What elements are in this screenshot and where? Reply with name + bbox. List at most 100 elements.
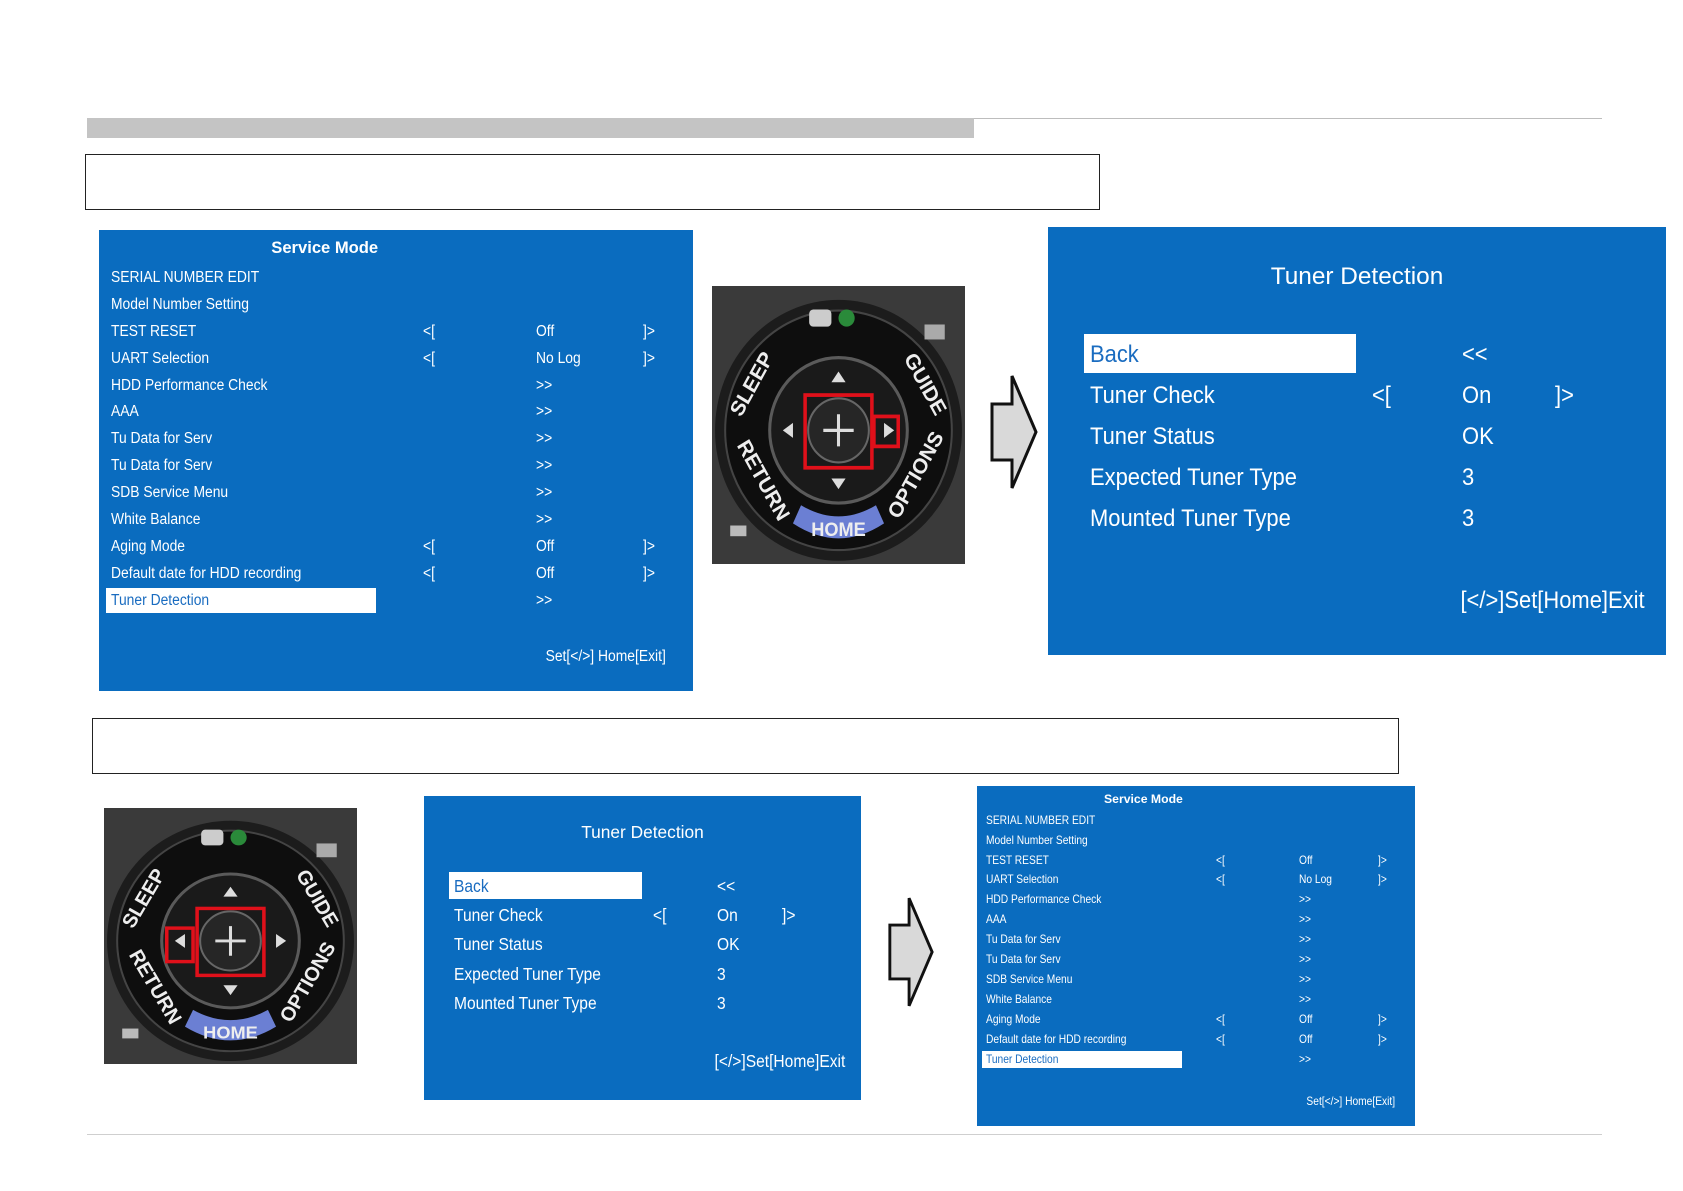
menu-item-value: No Log bbox=[1298, 872, 1332, 887]
menu-item[interactable]: Back << bbox=[1048, 334, 1666, 375]
menu-item-label: Back bbox=[453, 876, 489, 896]
menu-item[interactable]: SERIAL NUMBER EDIT bbox=[977, 811, 1415, 831]
menu-item-value: >> bbox=[1298, 912, 1311, 927]
menu-item[interactable]: AAA >> bbox=[977, 910, 1415, 930]
menu-item[interactable]: Tuner Detection >> bbox=[99, 587, 693, 614]
menu-item[interactable]: TEST RESET <[Off]> bbox=[977, 851, 1415, 871]
menu-item[interactable]: Mounted Tuner Type 3 bbox=[1048, 498, 1666, 539]
menu-item[interactable]: SDB Service Menu >> bbox=[977, 970, 1415, 990]
menu-item-value: >> bbox=[1298, 892, 1311, 907]
tuner-detection-screen: Tuner Detection Back << Tuner Check <[On]> Tu… bbox=[1048, 227, 1666, 655]
menu-item-label: Tu Data for Serv bbox=[985, 952, 1061, 967]
teletext-icon[interactable] bbox=[316, 843, 337, 858]
menu-item[interactable]: SDB Service Menu >> bbox=[99, 479, 693, 506]
menu-item-value: 3 bbox=[716, 992, 726, 1013]
menu-item[interactable]: Aging Mode <[Off]> bbox=[99, 533, 693, 560]
menu-item-value: >> bbox=[1298, 971, 1311, 986]
menu-item-value: Off bbox=[535, 564, 554, 583]
back-icon bbox=[122, 1028, 139, 1039]
menu-item-label: Tuner Check bbox=[453, 905, 543, 926]
menu-item-label: Tuner Check bbox=[1090, 382, 1215, 410]
menu-item[interactable]: UART Selection <[ No Log ]> bbox=[977, 870, 1415, 890]
menu-item[interactable]: HDD Performance Check >> bbox=[977, 890, 1415, 910]
menu-item-label: Back bbox=[1090, 341, 1139, 368]
menu-title: Service Mode bbox=[1103, 792, 1183, 807]
help-icon[interactable] bbox=[838, 309, 855, 327]
menu-item[interactable]: Mounted Tuner Type 3 bbox=[424, 989, 861, 1018]
menu-item-label: AAA bbox=[110, 402, 139, 421]
menu-item-label: Tuner Status bbox=[1090, 423, 1215, 451]
input-icon[interactable] bbox=[201, 829, 224, 846]
menu-item-label: Tu Data for Serv bbox=[110, 456, 213, 475]
left-bracket: <[ bbox=[653, 905, 667, 926]
menu-item[interactable]: UART Selection <[No Log]> bbox=[99, 345, 693, 372]
menu-item[interactable]: Tuner Detection >> bbox=[977, 1050, 1415, 1070]
menu-item[interactable]: Expected Tuner Type 3 bbox=[1048, 457, 1666, 498]
right-bracket: ]> bbox=[1377, 1011, 1387, 1026]
input-icon[interactable] bbox=[809, 309, 832, 327]
menu-item[interactable]: Model Number Setting bbox=[977, 831, 1415, 851]
menu-item-label: UART Selection bbox=[985, 872, 1059, 887]
menu-item[interactable]: White Balance >> bbox=[99, 506, 693, 533]
left-bracket: <[ bbox=[1215, 1011, 1225, 1026]
menu-item-value: >> bbox=[535, 483, 552, 502]
menu-item[interactable]: Tu Data for Serv >> bbox=[99, 425, 693, 452]
menu-footer-hint: [</>]Set[Home]Exit bbox=[1460, 586, 1645, 614]
menu-item[interactable]: Tuner Status OK bbox=[424, 930, 861, 959]
left-bracket: <[ bbox=[1215, 872, 1225, 887]
step-note-box-1 bbox=[85, 154, 1100, 210]
menu-item[interactable]: Tu Data for Serv >> bbox=[99, 452, 693, 479]
menu-item[interactable]: Tuner Check <[On]> bbox=[424, 901, 861, 930]
menu-item[interactable]: Default date for HDD recording <[Off]> bbox=[99, 560, 693, 587]
left-bracket: <[ bbox=[422, 321, 435, 340]
menu-item-label: White Balance bbox=[110, 510, 201, 529]
menu-item-label: Tuner Status bbox=[453, 934, 543, 955]
menu-item[interactable]: Tuner Status OK bbox=[1048, 416, 1666, 457]
menu-item[interactable]: Tu Data for Serv >> bbox=[977, 950, 1415, 970]
menu-item[interactable]: Model Number Setting bbox=[99, 291, 693, 318]
step-note-box-2 bbox=[92, 718, 1399, 774]
back-icon bbox=[730, 525, 747, 537]
menu-item-value: No Log bbox=[535, 348, 581, 367]
remote-control-photo: SLEEP GUIDE RETURN OPTIONS HOME bbox=[104, 808, 357, 1064]
menu-item-label: Expected Tuner Type bbox=[1090, 464, 1297, 492]
menu-item-value: << bbox=[1462, 341, 1488, 368]
remote-control-photo: SLEEP GUIDE RETURN OPTIONS HOME bbox=[712, 286, 965, 564]
menu-item[interactable]: Aging Mode <[Off]> bbox=[977, 1010, 1415, 1030]
menu-item-label: Model Number Setting bbox=[985, 832, 1088, 847]
menu-item-label: Expected Tuner Type bbox=[453, 963, 601, 984]
menu-item[interactable]: Default date for HDD recording <[Off]> bbox=[977, 1030, 1415, 1050]
menu-item[interactable]: Tu Data for Serv >> bbox=[977, 930, 1415, 950]
menu-item[interactable]: AAA >> bbox=[99, 398, 693, 425]
menu-item[interactable]: White Balance >> bbox=[977, 990, 1415, 1010]
menu-item-value: >> bbox=[1298, 991, 1311, 1006]
menu-item-value: >> bbox=[535, 510, 552, 529]
menu-item-label: Tu Data for Serv bbox=[110, 429, 213, 448]
menu-item-value: OK bbox=[1462, 423, 1494, 451]
next-step-arrow bbox=[886, 893, 936, 1011]
next-step-arrow bbox=[988, 372, 1040, 492]
menu-item-value: 3 bbox=[716, 963, 726, 984]
right-bracket: ]> bbox=[1377, 872, 1387, 887]
teletext-icon[interactable] bbox=[924, 324, 945, 340]
menu-item[interactable]: HDD Performance Check >> bbox=[99, 372, 693, 399]
right-bracket: ]> bbox=[1377, 1031, 1387, 1046]
menu-item[interactable]: Expected Tuner Type 3 bbox=[424, 960, 861, 989]
menu-item-value: Off bbox=[1298, 1031, 1313, 1046]
menu-item-label: Tu Data for Serv bbox=[985, 932, 1061, 947]
right-bracket: ]> bbox=[1554, 382, 1574, 410]
menu-item-label: Model Number Setting bbox=[110, 294, 249, 313]
menu-item-label: Aging Mode bbox=[110, 537, 185, 556]
menu-item[interactable]: TEST RESET <[Off]> bbox=[99, 318, 693, 345]
home-button-label: HOME bbox=[811, 519, 866, 541]
help-icon[interactable] bbox=[230, 829, 247, 846]
menu-item-value: Off bbox=[1298, 852, 1313, 867]
menu-item[interactable]: Back << bbox=[424, 872, 861, 901]
menu-item-label: SDB Service Menu bbox=[985, 971, 1073, 986]
menu-item[interactable]: SERIAL NUMBER EDIT bbox=[99, 264, 693, 291]
menu-item-value: >> bbox=[535, 429, 552, 448]
left-bracket: <[ bbox=[1215, 852, 1225, 867]
menu-item[interactable]: Tuner Check <[On]> bbox=[1048, 375, 1666, 416]
menu-item-label: AAA bbox=[985, 912, 1007, 927]
menu-item-label: TEST RESET bbox=[110, 321, 197, 340]
